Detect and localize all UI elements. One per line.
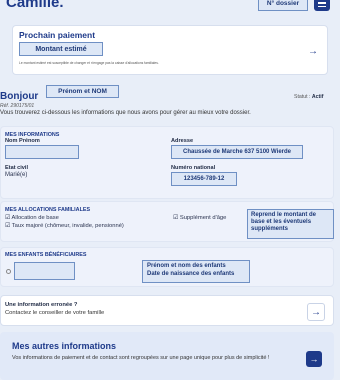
intro-text: Vous trouverez ci-dessous les informatio…	[0, 110, 251, 116]
more-info-button[interactable]: →	[306, 351, 322, 367]
children-card: MES ENFANTS BÉNÉFICIAIRES Prénom et nom …	[0, 247, 334, 287]
children-section-title: MES ENFANTS BÉNÉFICIAIRES	[5, 252, 87, 258]
children-callout-line1: Prénom et nom des enfants	[147, 263, 226, 269]
allocations-callout: Reprend le montant de base et les éventu…	[247, 209, 334, 239]
numero-label: Numéro national	[171, 165, 216, 171]
checkbox-checked-icon: ☑	[5, 215, 11, 221]
payment-arrow-button[interactable]: →	[304, 42, 322, 60]
arrow-right-icon: →	[311, 306, 321, 318]
allocation-item: ☑ Supplément d'âge	[173, 215, 226, 221]
allocation-item: ☑ Allocation de base	[5, 215, 59, 221]
payment-card: Prochain paiement Montant estimé Le mont…	[12, 25, 328, 75]
allocations-section-title: MES ALLOCATIONS FAMILIALES	[5, 207, 91, 213]
more-info-text: Vos informations de paiement et de conta…	[12, 355, 270, 361]
payment-note: Le montant estimé est susceptible de cha…	[19, 61, 159, 65]
allocation-item-label: Taux majoré (chômeur, invalide, pensionn…	[11, 223, 124, 229]
allocation-item-label: Supplément d'âge	[179, 215, 227, 221]
info-card: MES INFORMATIONS Nom Prénom Adresse Chau…	[0, 126, 334, 199]
payment-title: Prochain paiement	[19, 30, 96, 40]
numero-value: 123456-789-12	[171, 172, 237, 186]
etat-value: Marié(e)	[5, 172, 28, 178]
error-card: Une information erronée ? Contactez le c…	[0, 295, 334, 326]
radio-icon[interactable]	[6, 269, 11, 274]
more-info-title: Mes autres informations	[12, 341, 117, 351]
arrow-right-icon: →	[308, 45, 318, 57]
menu-icon-bar	[318, 2, 326, 4]
more-info-card: Mes autres informations Vos informations…	[0, 332, 334, 380]
error-title: Une information erronée ?	[5, 302, 78, 308]
menu-icon-bar	[318, 5, 326, 8]
menu-button[interactable]	[314, 0, 330, 11]
checkbox-checked-icon: ☑	[5, 223, 11, 229]
error-contact-button[interactable]: →	[307, 303, 325, 321]
page-title: Camille.	[6, 0, 64, 11]
status-badge: Statut : Actif	[294, 94, 323, 100]
children-callout: Prénom et nom des enfants Date de naissa…	[142, 260, 250, 283]
checkbox-checked-icon: ☑	[173, 215, 179, 221]
children-callout-line2: Date de naissance des enfants	[147, 270, 235, 277]
adresse-value: Chaussée de Marche 637 5100 Wierde	[171, 145, 303, 159]
nom-value	[5, 145, 79, 159]
estimated-amount: Montant estimé	[19, 42, 103, 56]
error-text: Contactez le conseiller de votre famille	[5, 310, 105, 316]
dossier-number-button[interactable]: N° dossier	[258, 0, 308, 11]
reference-number: Réf. 290175/01	[0, 103, 35, 109]
arrow-right-icon: →	[309, 354, 319, 364]
allocation-item-label: Allocation de base	[11, 215, 59, 221]
status-value: Actif	[311, 94, 324, 100]
child-name-value	[14, 262, 75, 280]
user-name: Prénom et NOM	[46, 85, 119, 98]
allocation-item: ☑ Taux majoré (chômeur, invalide, pensio…	[5, 223, 124, 229]
nom-label: Nom Prénom	[5, 138, 40, 144]
adresse-label: Adresse	[171, 138, 194, 144]
status-label: Statut :	[294, 94, 311, 100]
allocations-card: MES ALLOCATIONS FAMILIALES ☑ Allocation …	[0, 201, 334, 242]
etat-label: Etat civil	[5, 165, 29, 171]
bonjour-heading: Bonjour	[0, 91, 39, 102]
